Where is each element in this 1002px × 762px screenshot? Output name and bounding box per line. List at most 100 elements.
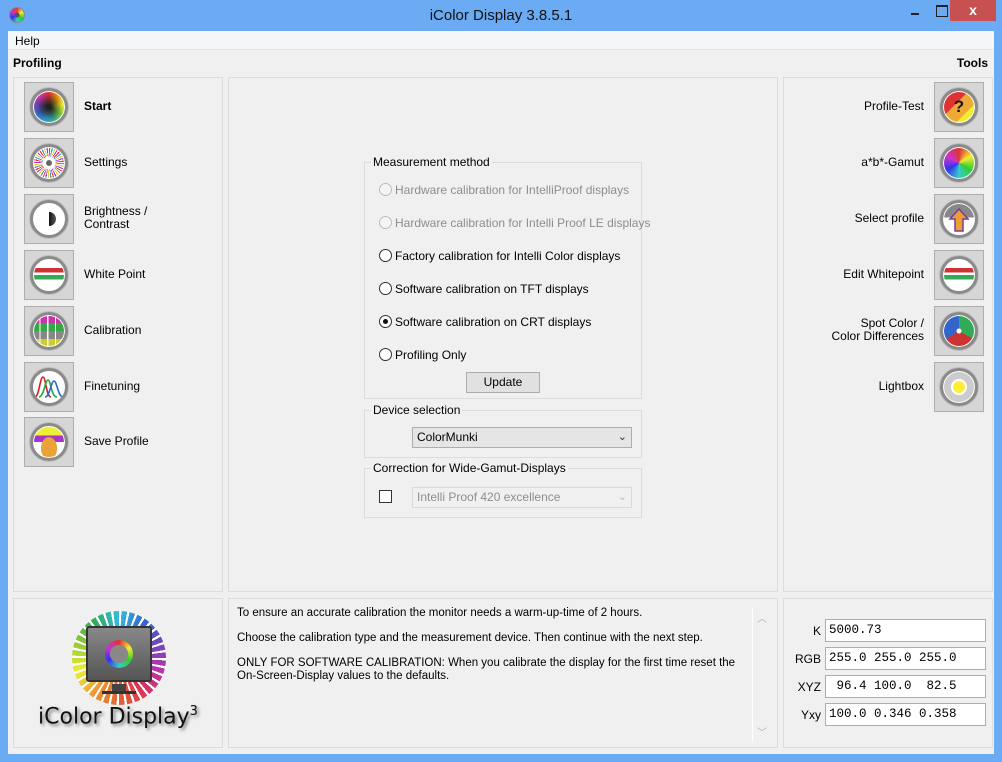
radio-button[interactable]	[379, 249, 392, 262]
logo-monitor-icon	[86, 626, 152, 682]
measurement-method-group: Measurement method Hardware calibration …	[364, 155, 650, 399]
logo-superscript: 3	[189, 704, 198, 719]
radio-button[interactable]	[379, 183, 392, 196]
yxy-field[interactable]: 100.0 0.346 0.358	[825, 703, 986, 726]
xyz-label: XYZ	[797, 680, 821, 694]
radio-button-selected[interactable]	[379, 315, 392, 328]
settings-panel: Measurement method Hardware calibration …	[228, 77, 778, 592]
profiling-item-white-point[interactable]: White Point	[24, 250, 219, 300]
select-profile-button[interactable]	[934, 194, 984, 244]
brightness-contrast-label: Brightness / Contrast	[84, 204, 148, 231]
finetuning-label: Finetuning	[84, 379, 141, 393]
device-selection-group: Device selection ColorMunki ⌄	[364, 403, 642, 458]
lightbox-button[interactable]	[934, 362, 984, 412]
spot-color-icon	[940, 312, 978, 350]
profiling-item-calibration[interactable]: Calibration	[24, 306, 219, 356]
save-profile-button[interactable]	[24, 417, 74, 467]
device-selection-title: Device selection	[371, 403, 463, 417]
profiling-item-start[interactable]: Start	[24, 82, 219, 132]
start-button[interactable]	[24, 82, 74, 132]
logo-text: iColor Display3	[14, 704, 222, 729]
spot-color-label: Spot Color / Color Differences	[831, 316, 924, 343]
wide-gamut-title: Correction for Wide-Gamut-Displays	[371, 461, 568, 475]
xyz-field[interactable]: 96.4 100.0 82.5	[825, 675, 986, 698]
color-wheel-icon	[30, 88, 68, 126]
select-profile-icon	[940, 200, 978, 238]
main-window: Help Profiling Tools Start Settings Brig…	[8, 31, 994, 754]
settings-wheel-icon	[30, 144, 68, 182]
rgb-field[interactable]: 255.0 255.0 255.0	[825, 647, 986, 670]
info-scrollbar[interactable]: ︿ ﹀	[752, 608, 769, 741]
measurement-method-title: Measurement method	[371, 155, 492, 169]
info-paragraph: ONLY FOR SOFTWARE CALIBRATION: When you …	[237, 657, 736, 682]
wide-gamut-dropdown[interactable]: Intelli Proof 420 excellence ⌄	[412, 487, 632, 508]
radio-button[interactable]	[379, 282, 392, 295]
profiling-item-save-profile[interactable]: Save Profile	[24, 417, 219, 467]
gamut-icon	[940, 144, 978, 182]
k-label: K	[812, 624, 821, 638]
settings-button[interactable]	[24, 138, 74, 188]
value-row-rgb: RGB 255.0 255.0 255.0	[784, 647, 992, 670]
value-row-yxy: Yxy 100.0 0.346 0.358	[784, 703, 992, 726]
value-row-k: K 5000.73	[784, 619, 992, 642]
radio-button[interactable]	[379, 348, 392, 361]
radio-label: Software calibration on CRT displays	[395, 315, 592, 329]
wide-gamut-group: Correction for Wide-Gamut-Displays Intel…	[364, 461, 642, 518]
profiling-item-brightness[interactable]: Brightness / Contrast	[24, 194, 219, 244]
wide-gamut-selected-value: Intelli Proof 420 excellence	[417, 490, 561, 504]
save-profile-label: Save Profile	[84, 434, 149, 448]
brightness-contrast-icon	[30, 200, 68, 238]
scroll-up-icon[interactable]: ︿	[757, 610, 767, 625]
minimize-button[interactable]	[902, 0, 928, 21]
question-mark-glyph: ?	[953, 97, 965, 116]
profiling-panel: Start Settings Brightness / Contrast Whi…	[13, 77, 223, 592]
radio-label: Hardware calibration for IntelliProof di…	[395, 183, 630, 197]
edit-whitepoint-button[interactable]	[934, 250, 984, 300]
spot-color-button[interactable]	[934, 306, 984, 356]
profiling-item-finetuning[interactable]: Finetuning	[24, 362, 219, 412]
chevron-down-icon: ⌄	[617, 491, 627, 503]
profile-test-label: Profile-Test	[863, 99, 924, 113]
gamut-button[interactable]	[934, 138, 984, 188]
profiling-heading: Profiling	[13, 56, 62, 70]
brightness-contrast-button[interactable]	[24, 194, 74, 244]
logo-monitor-wheel	[105, 640, 133, 668]
k-field[interactable]: 5000.73	[825, 619, 986, 642]
tools-panel: Profile-Test ? a*b*-Gamut Select profile…	[783, 77, 993, 592]
tool-item-lightbox[interactable]: Lightbox	[789, 362, 984, 412]
tool-item-edit-whitepoint[interactable]: Edit Whitepoint	[789, 250, 984, 300]
profile-test-button[interactable]: ?	[934, 82, 984, 132]
logo-panel: iColor Display3	[13, 598, 223, 748]
menu-help[interactable]: Help	[15, 34, 40, 48]
device-dropdown[interactable]: ColorMunki ⌄	[412, 427, 632, 448]
tool-item-profile-test[interactable]: Profile-Test ?	[789, 82, 984, 132]
select-profile-label: Select profile	[854, 211, 924, 225]
tool-item-spot-color[interactable]: Spot Color / Color Differences	[789, 306, 984, 356]
update-button[interactable]: Update	[466, 372, 540, 393]
tool-item-gamut[interactable]: a*b*-Gamut	[789, 138, 984, 188]
radio-button[interactable]	[379, 216, 392, 229]
calibration-button[interactable]	[24, 306, 74, 356]
scroll-down-icon[interactable]: ﹀	[757, 724, 767, 739]
info-panel: To ensure an accurate calibration the mo…	[228, 598, 778, 748]
profiling-item-settings[interactable]: Settings	[24, 138, 219, 188]
finetuning-button[interactable]	[24, 362, 74, 412]
white-point-button[interactable]	[24, 250, 74, 300]
up-arrow-graphic	[948, 207, 970, 232]
settings-label: Settings	[84, 155, 128, 169]
edit-whitepoint-icon	[940, 256, 978, 294]
device-selected-value: ColorMunki	[417, 430, 478, 444]
white-point-label: White Point	[84, 267, 146, 281]
chevron-down-icon: ⌄	[617, 431, 627, 443]
wide-gamut-checkbox[interactable]	[379, 490, 392, 503]
radio-label: Profiling Only	[395, 348, 467, 362]
tools-heading: Tools	[956, 56, 988, 70]
logo-monitor-base	[102, 691, 136, 694]
info-text: To ensure an accurate calibration the mo…	[237, 607, 742, 695]
close-button[interactable]: x	[950, 0, 996, 21]
tool-item-select-profile[interactable]: Select profile	[789, 194, 984, 244]
logo-name: iColor Display	[38, 704, 190, 730]
calibration-label: Calibration	[84, 323, 142, 337]
yxy-label: Yxy	[800, 708, 821, 722]
title-bar[interactable]: iColor Display 3.8.5.1 x	[0, 0, 1002, 31]
